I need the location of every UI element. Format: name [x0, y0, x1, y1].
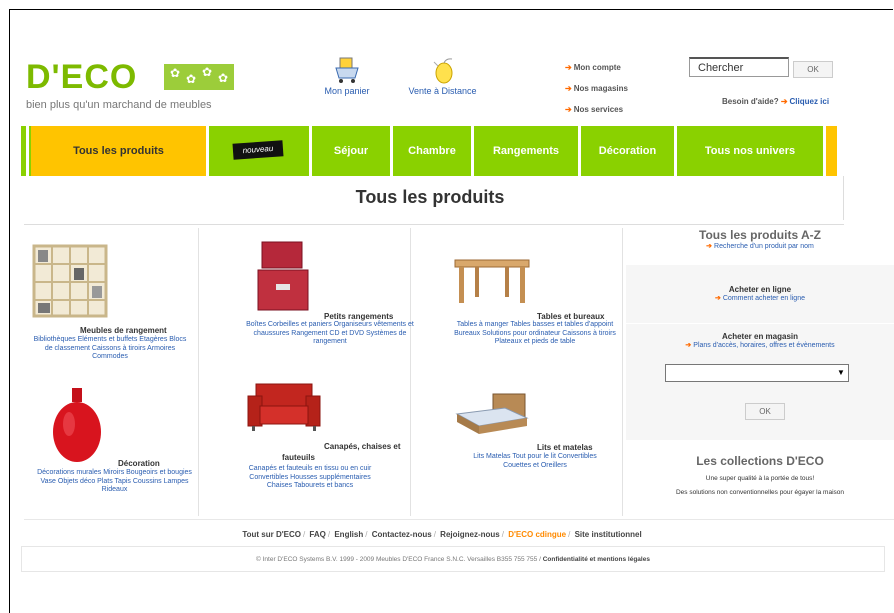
- search-input[interactable]: Chercher: [689, 57, 789, 77]
- vente-label: Vente à Distance: [408, 86, 477, 96]
- arrow-icon: ➔: [780, 97, 788, 106]
- product-links[interactable]: Canapés et fauteuils en tissu ou en cuir…: [245, 465, 375, 491]
- product-title[interactable]: Meubles de rangement: [80, 326, 167, 335]
- help-text: Besoin d'aide? ➔ Cliquez ici: [722, 97, 830, 106]
- az-panel: Tous les produits A-Z ➔ Recherche d'un pr…: [626, 228, 894, 250]
- column-divider: [410, 228, 411, 516]
- arrow-icon: ➔: [706, 243, 713, 250]
- cart-icon: [335, 57, 359, 83]
- product-links[interactable]: Tables à manger Tables basses et tables …: [452, 321, 618, 347]
- store-title[interactable]: Acheter en magasin: [626, 332, 894, 341]
- az-title[interactable]: Tous les produits A-Z: [626, 228, 894, 242]
- vente-distance-link[interactable]: Vente à Distance: [405, 56, 480, 96]
- site-logo[interactable]: D'ECO ✿ ✿ ✿ ✿: [26, 58, 234, 96]
- nav-chambre[interactable]: Chambre: [393, 126, 471, 176]
- arrow-icon: ➔: [565, 63, 572, 72]
- footer-link[interactable]: Tout sur D'ECO: [242, 530, 301, 539]
- product-title[interactable]: Décoration: [118, 459, 160, 468]
- collections-title[interactable]: Les collections D'ECO: [626, 454, 894, 468]
- arrow-icon: ➔: [565, 84, 572, 93]
- collections-line: Une super qualité à la portée de tous!: [705, 475, 815, 482]
- nav-sejour[interactable]: Séjour: [312, 126, 390, 176]
- logo-flowers-icon: ✿ ✿ ✿ ✿: [164, 64, 234, 90]
- nav-rangements[interactable]: Rangements: [474, 126, 578, 176]
- footer-link[interactable]: D'ECO cdingue: [508, 530, 566, 539]
- footer-copyright: © Inter D'ECO Systems B.V. 1999 - 2009 M…: [21, 546, 885, 572]
- column-divider: [198, 228, 199, 516]
- table-image[interactable]: [453, 256, 531, 306]
- arrow-icon: ➔: [715, 295, 721, 302]
- boxes-image[interactable]: [256, 238, 312, 314]
- store-ok-button[interactable]: OK: [745, 403, 785, 420]
- arrow-icon: ➔: [685, 342, 692, 349]
- logo-text: D'ECO: [26, 58, 138, 96]
- tagline: bien plus qu'un marchand de meubles: [26, 99, 212, 111]
- bed-image[interactable]: [455, 392, 529, 436]
- help-link[interactable]: Cliquez ici: [790, 97, 830, 106]
- arrow-icon: ➔: [565, 105, 572, 114]
- footer-link[interactable]: Rejoignez-nous: [440, 530, 500, 539]
- footer-links: Tout sur D'ECO / FAQ / English / Contactez-…: [242, 530, 642, 539]
- cart-label: Mon panier: [324, 86, 370, 96]
- footer-link[interactable]: FAQ: [309, 530, 325, 539]
- main-nav: Tous les produits nouveau Séjour Chambre…: [21, 126, 837, 176]
- online-box: Acheter en ligne ➔ Comment acheter en lig…: [626, 264, 894, 323]
- link-mon-compte[interactable]: ➔ Mon compte: [565, 57, 628, 78]
- legal-link[interactable]: Confidentialité et mentions légales: [543, 556, 650, 563]
- product-title[interactable]: Canapés, chaises et fauteuils: [282, 441, 412, 463]
- nav-tous-les-produits[interactable]: Tous les produits: [31, 126, 206, 176]
- product-links[interactable]: Boîtes Corbeilles et paniers Organiseurs…: [245, 321, 415, 347]
- divider: [24, 224, 844, 225]
- collections-line: Des solutions non conventionnelles pour …: [675, 489, 845, 496]
- divider: [24, 519, 894, 520]
- product-title[interactable]: Petits rangements: [324, 312, 393, 321]
- nav-decoration[interactable]: Décoration: [581, 126, 674, 176]
- link-nos-services[interactable]: ➔ Nos services: [565, 99, 628, 120]
- nav-divider: [26, 126, 29, 176]
- link-nos-magasins[interactable]: ➔ Nos magasins: [565, 78, 628, 99]
- chevron-down-icon: ▼: [837, 368, 845, 377]
- nav-tous-nos-univers[interactable]: Tous nos univers: [677, 126, 823, 176]
- az-link[interactable]: ➔ Recherche d'un produit par nom: [626, 242, 894, 250]
- product-title[interactable]: Tables et bureaux: [537, 312, 604, 321]
- nav-edge: [826, 126, 837, 176]
- shelving-image[interactable]: [32, 244, 108, 318]
- mouse-icon: [433, 58, 452, 84]
- divider: [843, 176, 844, 220]
- footer-link[interactable]: Site institutionnel: [575, 530, 642, 539]
- product-links[interactable]: Bibliothèques Eléments et buffets Etagèr…: [30, 336, 190, 362]
- footer-link[interactable]: Contactez-nous: [372, 530, 432, 539]
- store-select[interactable]: ▼: [665, 364, 849, 382]
- armchair-image[interactable]: [246, 382, 322, 432]
- product-links[interactable]: Lits Matelas Tout pour le lit Convertibl…: [470, 453, 600, 470]
- product-title[interactable]: Lits et matelas: [537, 443, 593, 452]
- product-links[interactable]: Décorations murales Miroirs Bougeoirs et…: [32, 469, 197, 495]
- footer-link[interactable]: English: [334, 530, 363, 539]
- collections-panel: Les collections D'ECO Une super qualité …: [626, 454, 894, 496]
- account-links: ➔ Mon compte ➔ Nos magasins ➔ Nos services: [565, 57, 628, 120]
- column-divider: [622, 228, 623, 516]
- search-ok-button[interactable]: OK: [793, 61, 833, 78]
- copyright-text: © Inter D'ECO Systems B.V. 1999 - 2009 M…: [256, 556, 538, 563]
- online-title[interactable]: Acheter en ligne: [626, 285, 894, 294]
- page-title: Tous les produits: [355, 187, 505, 207]
- store-link[interactable]: ➔ Plans d'accès, horaires, offres et évèn…: [626, 341, 894, 349]
- vase-image[interactable]: [50, 386, 104, 464]
- online-link[interactable]: ➔ Comment acheter en ligne: [626, 294, 894, 302]
- cart-link[interactable]: Mon panier: [322, 56, 372, 96]
